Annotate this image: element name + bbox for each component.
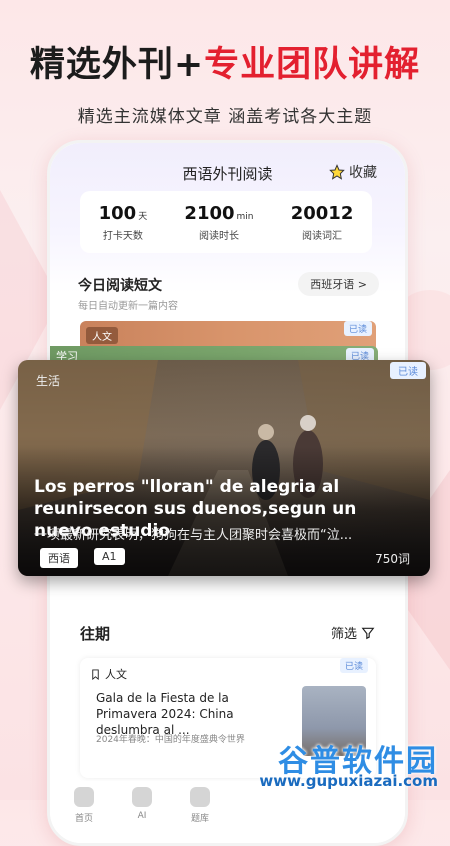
ai-icon (132, 787, 152, 807)
featured-shade (18, 360, 430, 576)
featured-category: 生活 (36, 374, 61, 388)
watermark-url: www.gupuxiazai.com (259, 772, 438, 790)
stat-unit: 天 (138, 211, 148, 222)
nav-item-home[interactable]: 首页 (54, 787, 114, 824)
watermark: 谷普软件园 www.gupuxiazai.com (248, 736, 444, 792)
category-tag: 人文 (86, 327, 118, 344)
nav-label: 首页 (74, 814, 93, 824)
home-icon (74, 787, 94, 807)
read-badge: 已读 (339, 658, 368, 673)
promo-subline: 精选主流媒体文章 涵盖考试各大主题 (77, 107, 373, 127)
tag-language: 西语 (40, 548, 78, 568)
category-label: 人文 (105, 668, 127, 681)
stat-reading-time: 2100 min 阅读时长 (184, 203, 253, 242)
stat-vocabulary: 20012 阅读词汇 (291, 203, 354, 242)
bookmark-icon (92, 668, 99, 680)
today-section-title: 今日阅读短文 (78, 278, 162, 294)
nav-label: 题库 (190, 814, 209, 824)
promo-headline: 精选外刊+专业团队讲解 (0, 36, 450, 87)
past-article-summary: 2024年春晚：中国的年度盛典令世界 (96, 735, 245, 745)
read-badge: 已读 (390, 362, 426, 379)
stats-panel: 100 天 打卡天数 2100 min 阅读时长 20012 阅读词汇 (80, 191, 372, 253)
stat-label: 打卡天数 (102, 230, 143, 242)
filter-label: 筛选 (330, 627, 357, 642)
featured-summary: 一项最新研究表明，狗狗在与主人团聚时会喜极而“泣... (34, 528, 353, 543)
stat-label: 阅读时长 (198, 230, 239, 242)
word-count: 750词 (375, 552, 410, 566)
filter-button[interactable]: 筛选 (331, 623, 375, 642)
filter-icon (361, 627, 375, 639)
star-icon (329, 164, 345, 180)
stat-value: 100 (98, 202, 137, 224)
stat-unit: min (236, 211, 254, 222)
nav-label: AI (137, 811, 147, 821)
favorite-label: 收藏 (349, 165, 377, 181)
stat-label: 阅读词汇 (302, 230, 343, 242)
question-bank-icon (190, 787, 210, 807)
nav-item-ai[interactable]: AI (112, 787, 172, 821)
stat-value: 2100 (184, 202, 235, 224)
favorite-button[interactable]: 收藏 (329, 162, 377, 182)
headline-part1: 精选外刊+ (29, 45, 205, 85)
nav-item-question-bank[interactable]: 题库 (170, 787, 230, 824)
past-category: 人文 (90, 666, 127, 682)
today-section-subtitle: 每日自动更新一篇内容 (78, 301, 178, 312)
language-select-button[interactable]: 西班牙语 > (298, 272, 379, 296)
past-section-title: 往期 (80, 625, 111, 643)
stat-value: 20012 (290, 202, 354, 224)
stat-checkin-days: 100 天 打卡天数 (99, 203, 148, 242)
featured-article-card[interactable]: 生活 已读 Los perros "lloran" de alegria al … (18, 360, 430, 576)
past-article-headline: Gala de la Fiesta de la Primavera 2024: … (96, 691, 234, 737)
headline-part2: 专业团队讲解 (204, 45, 421, 85)
read-badge: 已读 (343, 321, 372, 336)
tag-level: A1 (94, 548, 125, 565)
